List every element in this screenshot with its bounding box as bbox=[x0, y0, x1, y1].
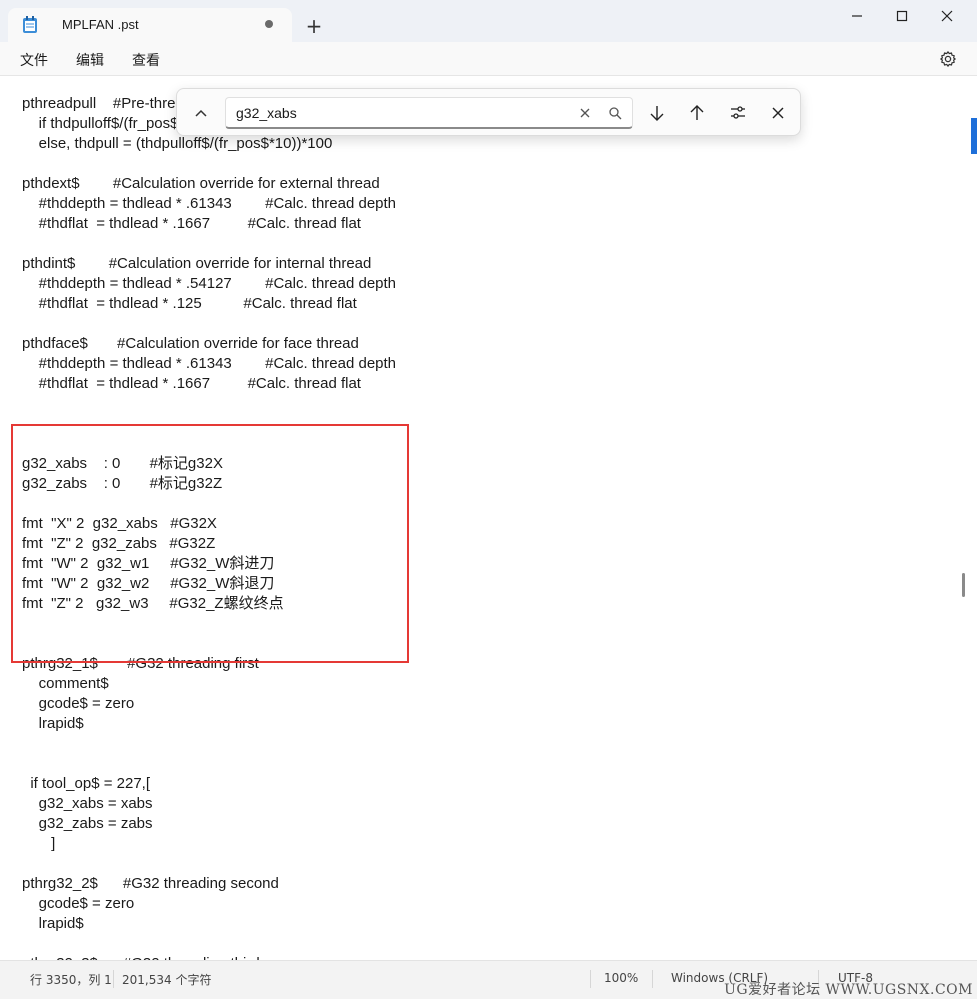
code-line: gcode$ = zero bbox=[22, 695, 135, 712]
code-line: fmt "Z" 2 g32_w3 #G32_Z螺纹终点 bbox=[22, 595, 284, 612]
close-window-button[interactable] bbox=[924, 0, 970, 32]
find-input[interactable] bbox=[225, 97, 633, 129]
menu-file[interactable]: 文件 bbox=[20, 50, 48, 70]
code-line: else, thdpull = (thdpulloff$/(fr_pos$*10… bbox=[22, 135, 333, 152]
menu-bar: 文件 编辑 查看 bbox=[0, 42, 977, 76]
status-divider bbox=[590, 970, 591, 988]
code-line: comment$ bbox=[22, 675, 109, 692]
status-divider bbox=[113, 970, 114, 988]
new-tab-button[interactable]: + bbox=[300, 12, 328, 40]
menu-view[interactable]: 查看 bbox=[132, 50, 160, 70]
status-divider bbox=[652, 970, 653, 988]
maximize-button[interactable] bbox=[879, 0, 925, 32]
code-line: ] bbox=[22, 835, 56, 852]
unsaved-dot-icon[interactable] bbox=[265, 20, 273, 28]
tab-title: MPLFAN .pst bbox=[62, 17, 139, 32]
code-line: #thdflat = thdlead * .1667 #Calc. thread… bbox=[22, 375, 361, 392]
status-bar: 行 3350，列 1 201,534 个字符 100% Windows (CRL… bbox=[0, 960, 977, 999]
minimize-icon bbox=[852, 15, 862, 17]
code-line: fmt "W" 2 g32_w2 #G32_W斜退刀 bbox=[22, 575, 275, 592]
code-line: if tool_op$ = 227,[ bbox=[22, 775, 151, 792]
minimize-button[interactable] bbox=[834, 0, 880, 32]
code-line: fmt "W" 2 g32_w1 #G32_W斜进刀 bbox=[22, 555, 275, 572]
code-line: #thdflat = thdlead * .1667 #Calc. thread… bbox=[22, 215, 361, 232]
collapse-chevron-up-icon[interactable] bbox=[191, 103, 211, 123]
background-window-strip bbox=[971, 118, 977, 154]
code-line: #thddepth = thdlead * .61343 #Calc. thre… bbox=[22, 355, 397, 372]
notepad-icon bbox=[22, 16, 38, 34]
title-bar: MPLFAN .pst + bbox=[0, 0, 977, 42]
code-line: fmt "Z" 2 g32_zabs #G32Z bbox=[22, 535, 216, 552]
code-line: fmt "X" 2 g32_xabs #G32X bbox=[22, 515, 217, 532]
text-editor[interactable]: pthreadpull #Pre-thread calculation pull… bbox=[0, 76, 965, 960]
character-count: 201,534 个字符 bbox=[122, 973, 212, 987]
cursor-position: 行 3350，列 1 bbox=[30, 973, 112, 987]
find-next-arrow-down-icon[interactable] bbox=[645, 101, 669, 125]
code-line: pthdint$ #Calculation override for inter… bbox=[22, 255, 372, 272]
close-icon bbox=[941, 10, 953, 22]
code-line: #thddepth = thdlead * .61343 #Calc. thre… bbox=[22, 195, 397, 212]
find-bar bbox=[176, 88, 801, 136]
code-line: lrapid$ bbox=[22, 715, 84, 732]
scrollbar-thumb[interactable] bbox=[962, 573, 965, 597]
code-line: g32_xabs = xabs bbox=[22, 795, 153, 812]
close-find-icon[interactable] bbox=[766, 101, 790, 125]
code-line: g32_zabs : 0 #标记g32Z bbox=[22, 475, 223, 492]
search-icon[interactable] bbox=[603, 101, 627, 125]
code-line: g32_xabs : 0 #标记g32X bbox=[22, 455, 223, 472]
maximize-icon bbox=[896, 10, 908, 22]
code-line: #thddepth = thdlead * .54127 #Calc. thre… bbox=[22, 275, 397, 292]
watermark-text: UG爱好者论坛 WWW.UGSNX.COM bbox=[724, 982, 973, 998]
code-line: pthdface$ #Calculation override for face… bbox=[22, 335, 359, 352]
clear-search-icon[interactable] bbox=[573, 101, 597, 125]
code-line: pthrg32_1$ #G32 threading first bbox=[22, 655, 259, 672]
code-line: #thdflat = thdlead * .125 #Calc. thread … bbox=[22, 295, 357, 312]
menu-edit[interactable]: 编辑 bbox=[76, 50, 104, 70]
code-line: gcode$ = zero bbox=[22, 895, 135, 912]
code-line: pthrg32_2$ #G32 threading second bbox=[22, 875, 279, 892]
search-options-sliders-icon[interactable] bbox=[726, 101, 750, 125]
vertical-scrollbar[interactable] bbox=[965, 76, 977, 960]
code-line: lrapid$ bbox=[22, 915, 84, 932]
find-previous-arrow-up-icon[interactable] bbox=[685, 101, 709, 125]
zoom-level[interactable]: 100% bbox=[604, 971, 638, 985]
code-line: pthdext$ #Calculation override for exter… bbox=[22, 175, 380, 192]
code-line: g32_zabs = zabs bbox=[22, 815, 153, 832]
document-tab[interactable]: MPLFAN .pst bbox=[8, 8, 292, 42]
settings-gear-icon[interactable] bbox=[939, 50, 957, 68]
